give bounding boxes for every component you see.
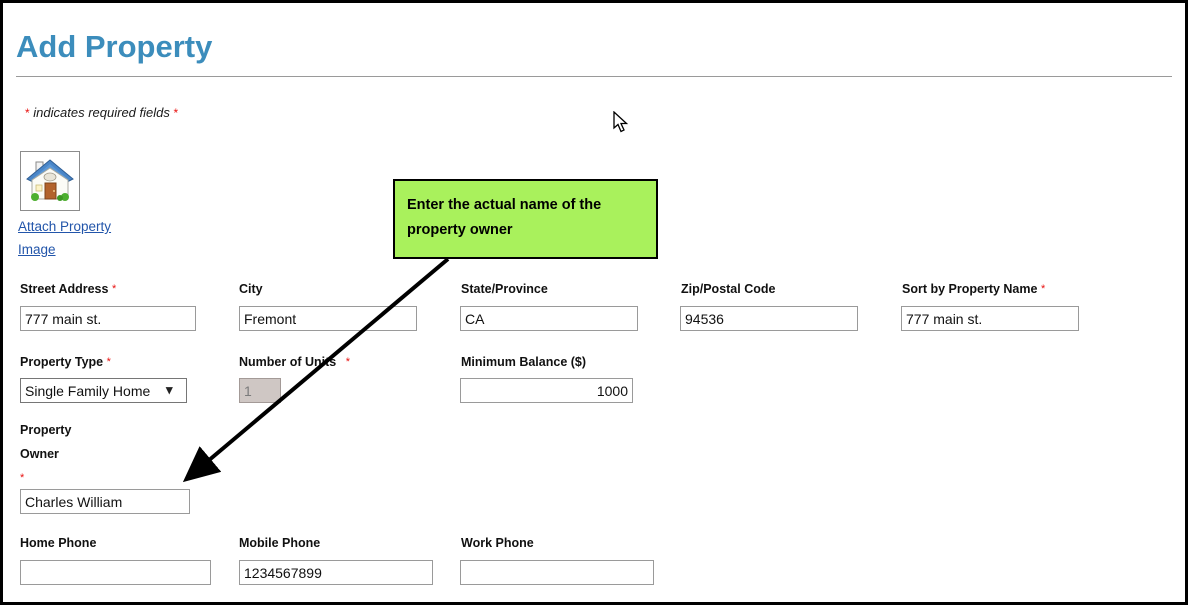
annotation-callout: Enter the actual name of the property ow…: [393, 179, 658, 259]
city-input[interactable]: [239, 306, 417, 331]
property-type-required-asterisk: *: [106, 356, 111, 368]
label-city: City: [239, 280, 263, 299]
label-sort-by-property-name: Sort by Property Name *: [902, 280, 1045, 300]
sort-by-property-name-input[interactable]: [901, 306, 1079, 331]
minimum-balance-input[interactable]: [460, 378, 633, 403]
label-minimum-balance-text: Minimum Balance ($): [461, 355, 587, 369]
title-divider: [16, 76, 1172, 77]
label-state-province: State/Province: [461, 280, 548, 299]
property-owner-required-asterisk: *: [20, 472, 25, 484]
property-type-select[interactable]: Single Family Home: [20, 378, 187, 403]
number-units-required-asterisk: *: [345, 356, 350, 368]
page-title: Add Property: [16, 29, 213, 64]
label-sort-by-property-name-text: Sort by Property Name: [902, 282, 1038, 296]
number-of-units-input[interactable]: [239, 378, 281, 403]
label-city-text: City: [239, 282, 263, 296]
annotation-text: Enter the actual name of the property ow…: [407, 197, 602, 238]
label-property-owner: Property Owner *: [20, 418, 90, 491]
attach-property-image-link[interactable]: Attach Property Image: [18, 215, 130, 261]
annotation-arrow: [182, 257, 450, 483]
required-fields-note: * indicates required fields *: [25, 105, 178, 120]
label-street-address-text: Street Address: [20, 282, 109, 296]
label-zip-postal-code: Zip/Postal Code: [681, 280, 775, 299]
label-number-of-units-text: Number of Units: [239, 355, 337, 369]
required-note-text: indicates required fields: [33, 105, 170, 120]
label-minimum-balance: Minimum Balance ($): [461, 353, 586, 372]
label-property-type-text: Property Type: [20, 355, 104, 369]
work-phone-input[interactable]: [460, 560, 654, 585]
label-property-owner-line2: Owner: [20, 447, 59, 461]
required-note-leading-asterisk: *: [25, 106, 30, 120]
label-work-phone: Work Phone: [461, 534, 534, 553]
label-state-province-text: State/Province: [461, 282, 548, 296]
label-zip-postal-code-text: Zip/Postal Code: [681, 282, 776, 296]
label-number-of-units: Number of Units *: [239, 353, 350, 373]
label-property-type: Property Type *: [20, 353, 111, 373]
mobile-phone-input[interactable]: [239, 560, 433, 585]
sort-name-required-asterisk: *: [1040, 283, 1046, 295]
add-property-page: Add Property * indicates required fields…: [0, 0, 1188, 605]
street-address-required-asterisk: *: [111, 283, 117, 295]
label-work-phone-text: Work Phone: [461, 536, 534, 550]
label-home-phone-text: Home Phone: [20, 536, 97, 550]
label-property-owner-line1: Property: [20, 423, 72, 437]
property-image-thumbnail[interactable]: [20, 151, 80, 211]
label-mobile-phone: Mobile Phone: [239, 534, 320, 553]
label-home-phone: Home Phone: [20, 534, 96, 553]
state-province-input[interactable]: [460, 306, 638, 331]
zip-postal-code-input[interactable]: [680, 306, 858, 331]
property-owner-input[interactable]: [20, 489, 190, 514]
label-street-address: Street Address *: [20, 280, 116, 300]
required-note-trailing-asterisk: *: [173, 106, 179, 120]
home-phone-input[interactable]: [20, 560, 211, 585]
label-mobile-phone-text: Mobile Phone: [239, 536, 321, 550]
house-icon: [21, 152, 79, 210]
arrow-pointer-cursor: [613, 110, 631, 140]
street-address-input[interactable]: [20, 306, 196, 331]
